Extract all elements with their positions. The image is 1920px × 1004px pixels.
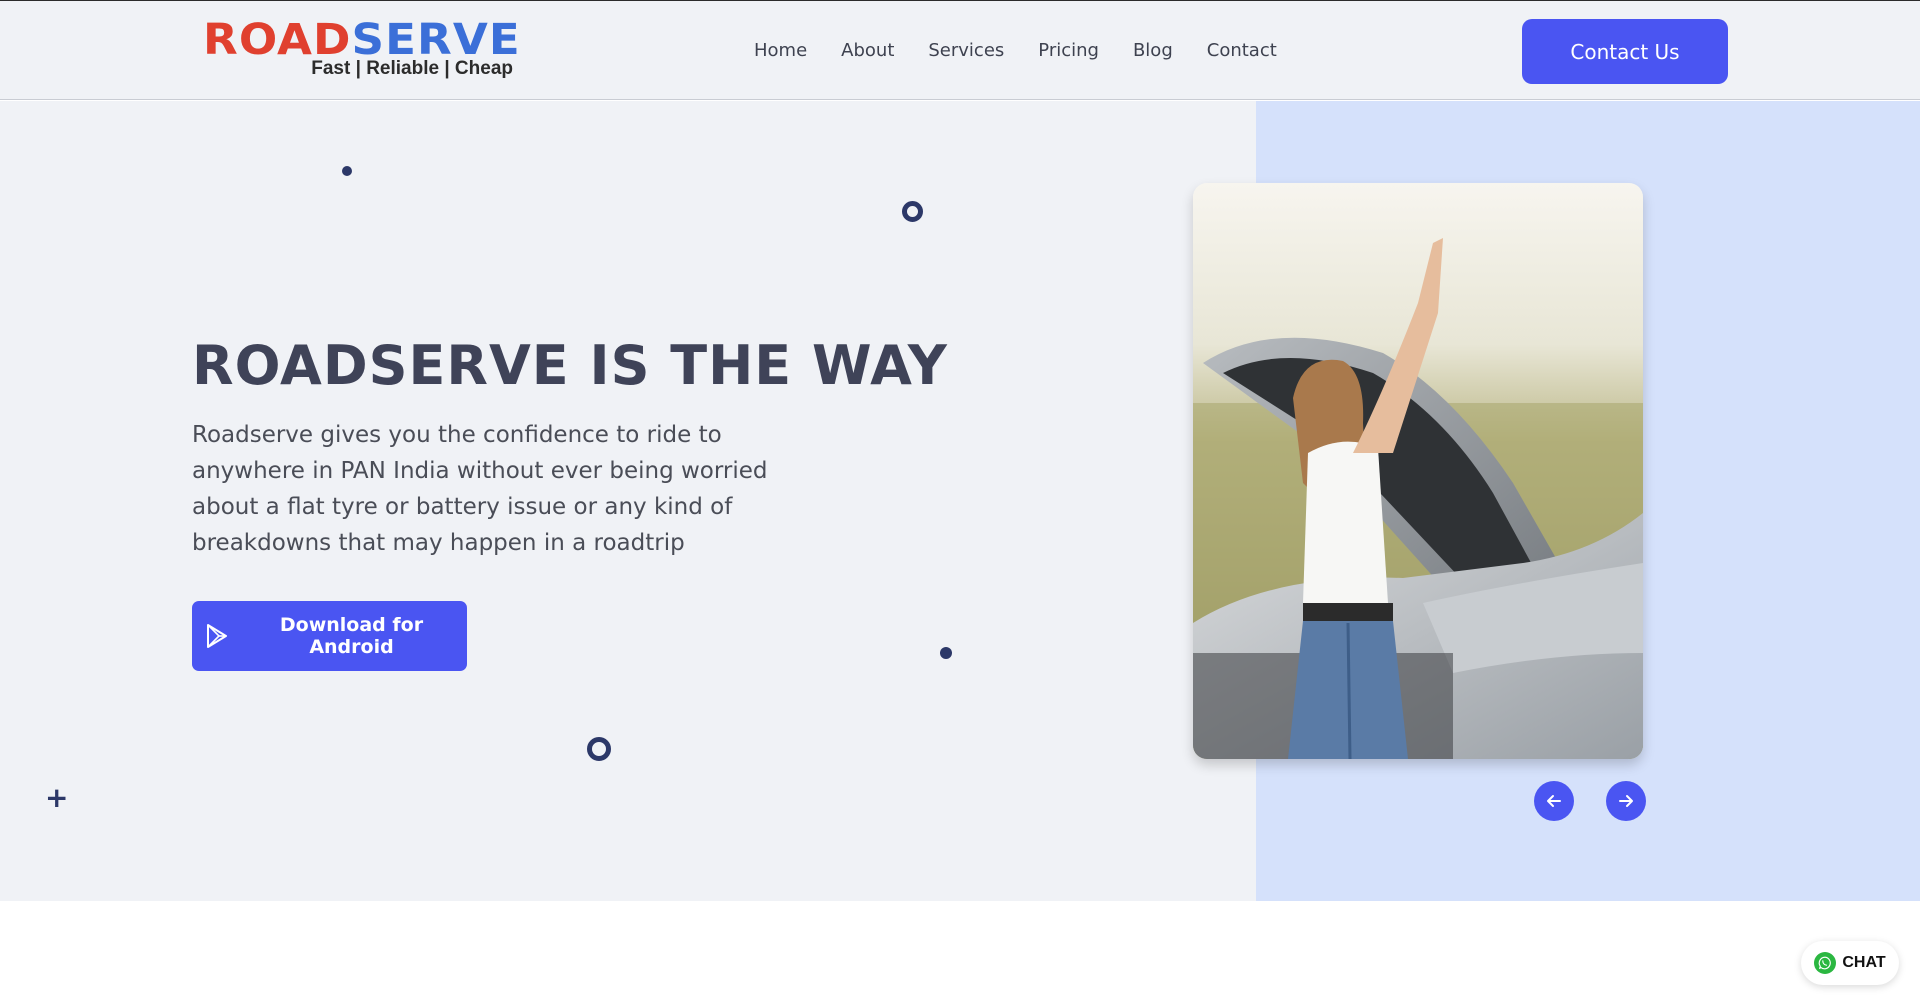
decor-ring	[902, 201, 923, 222]
carousel-prev-button[interactable]	[1534, 781, 1574, 821]
hero-photo	[1193, 183, 1643, 759]
hero-section: + ROADSERVE IS THE WAY Roadserve gives y…	[0, 101, 1920, 901]
chat-label: CHAT	[1842, 954, 1886, 971]
play-store-icon	[207, 624, 227, 648]
nav-about[interactable]: About	[841, 39, 894, 63]
nav-contact[interactable]: Contact	[1207, 39, 1277, 63]
contact-us-button[interactable]: Contact Us	[1522, 19, 1728, 84]
nav-home[interactable]: Home	[754, 39, 807, 63]
nav-services[interactable]: Services	[928, 39, 1004, 63]
download-android-label: Download for Android	[279, 614, 424, 658]
main-nav: Home About Services Pricing Blog Contact	[754, 39, 1311, 63]
decor-ring	[587, 737, 611, 761]
nav-pricing[interactable]: Pricing	[1038, 39, 1099, 63]
hero-title: ROADSERVE IS THE WAY	[192, 334, 948, 397]
nav-blog[interactable]: Blog	[1133, 39, 1173, 63]
whatsapp-icon	[1814, 952, 1837, 974]
decor-dot	[342, 166, 352, 176]
arrow-right-icon	[1619, 795, 1633, 807]
logo-wordmark: ROADSERVE	[203, 17, 521, 63]
decor-plus-icon: +	[45, 781, 69, 814]
logo-tagline: Fast | Reliable | Cheap	[311, 58, 513, 79]
decor-dot	[940, 647, 952, 659]
arrow-left-icon	[1547, 795, 1561, 807]
hero-description: Roadserve gives you the confidence to ri…	[192, 422, 768, 556]
download-android-button[interactable]: Download for Android	[192, 601, 467, 671]
logo[interactable]: ROADSERVE Fast | Reliable | Cheap	[203, 17, 520, 83]
chat-widget[interactable]: CHAT	[1801, 941, 1899, 985]
site-header: ROADSERVE Fast | Reliable | Cheap Home A…	[0, 0, 1920, 100]
carousel-next-button[interactable]	[1606, 781, 1646, 821]
